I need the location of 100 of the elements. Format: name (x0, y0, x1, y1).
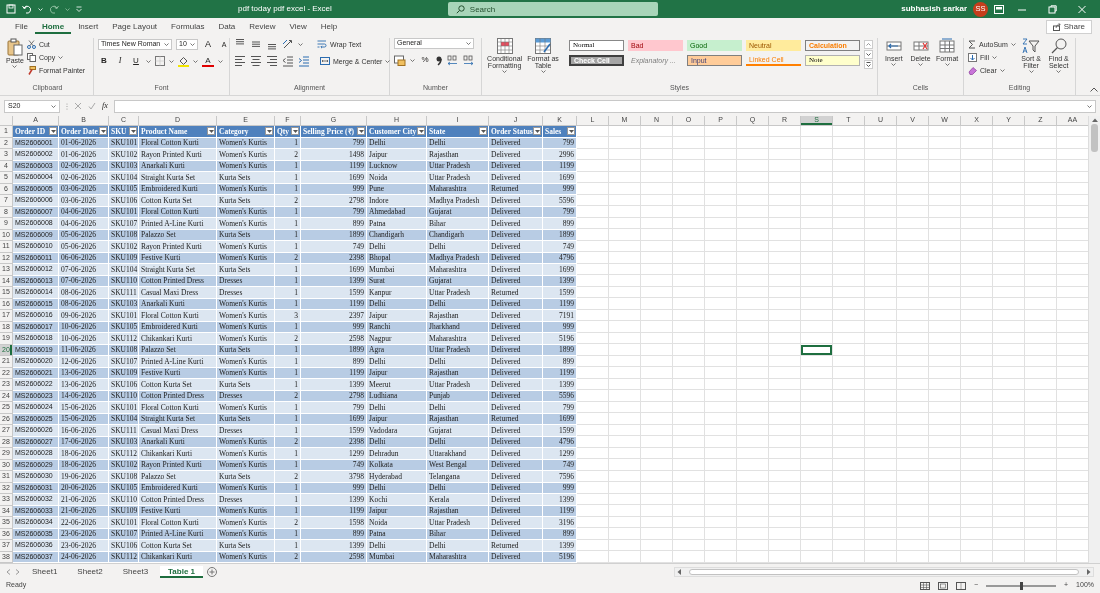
filter-dropdown-button[interactable] (265, 127, 273, 136)
caret-icon[interactable] (193, 59, 198, 63)
insert-function-button[interactable]: fx (102, 102, 108, 110)
caret-icon (568, 129, 574, 133)
scroll-up-icon[interactable] (1091, 118, 1098, 122)
decrease-indent-icon[interactable] (282, 55, 294, 67)
fill-color-icon[interactable] (178, 55, 189, 67)
horizontal-scrollbar[interactable] (674, 567, 1094, 577)
text-orientation-icon[interactable] (282, 38, 294, 50)
caret-icon[interactable] (146, 59, 151, 63)
caret-icon[interactable] (918, 63, 923, 66)
share-button[interactable]: Share (1045, 20, 1092, 34)
scroll-right-icon[interactable] (1087, 569, 1091, 575)
menu-tab[interactable]: Page Layout (105, 20, 165, 34)
caret-icon[interactable] (58, 55, 64, 59)
caret-icon[interactable] (385, 59, 391, 63)
filter-dropdown-button[interactable] (99, 127, 107, 136)
save-icon[interactable] (6, 4, 16, 14)
add-sheet-icon[interactable] (207, 567, 218, 577)
search-field[interactable]: Search (447, 2, 658, 16)
increase-indent-icon[interactable] (298, 55, 310, 67)
caret-icon[interactable] (164, 42, 169, 46)
caret-icon[interactable] (298, 42, 303, 46)
filter-dropdown-button[interactable] (479, 127, 487, 136)
menu-tab[interactable]: View (282, 20, 314, 34)
italic-button[interactable]: I (114, 55, 126, 67)
caret-icon[interactable] (1087, 104, 1092, 108)
formula-input[interactable] (113, 99, 1096, 113)
caret-icon[interactable] (466, 42, 471, 45)
caret-icon[interactable] (1010, 42, 1016, 46)
caret-icon[interactable] (410, 58, 415, 62)
caret-icon[interactable] (999, 68, 1005, 72)
decrease-decimal-icon[interactable] (463, 54, 475, 66)
menu-tab[interactable]: Review (242, 20, 283, 34)
bold-button[interactable]: B (98, 55, 110, 67)
accounting-format-icon[interactable] (394, 54, 406, 66)
filter-dropdown-button[interactable] (207, 127, 215, 136)
caret-icon[interactable] (190, 42, 195, 46)
customize-toolbar-icon[interactable] (76, 6, 82, 12)
caret-icon[interactable] (1028, 70, 1034, 73)
zoom-slider-thumb[interactable] (1019, 581, 1023, 590)
menu-tab[interactable]: Insert (71, 20, 106, 34)
sheet-tab[interactable]: Sheet3 (114, 566, 157, 578)
caret-icon[interactable] (891, 63, 897, 66)
previous-sheet-icon[interactable] (6, 569, 11, 575)
filter-dropdown-button[interactable] (533, 127, 541, 136)
caret-icon[interactable] (65, 7, 70, 11)
filter-dropdown-button[interactable] (49, 127, 57, 136)
vertical-scrollbar[interactable] (1088, 116, 1100, 563)
normal-view-icon[interactable] (919, 581, 930, 590)
page-break-view-icon[interactable] (955, 581, 966, 590)
caret-icon[interactable] (502, 70, 508, 73)
font-color-button[interactable]: A (202, 55, 214, 67)
menu-tab[interactable]: Help (313, 20, 345, 34)
caret-icon[interactable] (1056, 70, 1062, 73)
ribbon-display-icon[interactable] (994, 4, 1004, 14)
menu-tab[interactable]: File (8, 20, 35, 34)
search-icon (1050, 38, 1067, 54)
sheet-tab[interactable]: Sheet1 (24, 566, 66, 578)
caret-icon[interactable] (12, 65, 18, 68)
sheet-tab[interactable]: Sheet2 (69, 566, 111, 578)
menu-tab[interactable]: Data (211, 20, 243, 34)
more-styles-icon[interactable] (864, 60, 873, 69)
borders-icon[interactable] (155, 56, 165, 66)
align-center-icon[interactable] (250, 55, 262, 67)
scrollbar-thumb[interactable] (1091, 124, 1098, 152)
align-right-icon[interactable] (266, 55, 278, 67)
filter-dropdown-button[interactable] (567, 127, 575, 136)
caret-icon[interactable] (169, 59, 174, 63)
scroll-left-icon[interactable] (677, 569, 681, 575)
scroll-up-icon[interactable] (864, 40, 873, 49)
scrollbar-thumb[interactable] (689, 569, 1079, 575)
increase-font-size-button[interactable]: A (202, 38, 214, 50)
caret-icon[interactable] (540, 70, 546, 73)
undo-icon[interactable] (22, 4, 32, 14)
filter-dropdown-button[interactable] (417, 127, 425, 136)
sheet-tab[interactable]: Table 1 (160, 566, 204, 578)
zoom-slider-track[interactable] (986, 584, 1056, 587)
caret-icon[interactable] (991, 55, 997, 59)
cancel-icon[interactable] (74, 102, 82, 110)
active-cell[interactable] (801, 344, 833, 356)
caret-icon[interactable] (51, 104, 56, 108)
comma-style-icon[interactable] (435, 54, 443, 66)
collapse-ribbon-icon[interactable] (1090, 87, 1098, 92)
caret-icon (208, 129, 214, 133)
scroll-down-icon[interactable] (864, 50, 873, 59)
increase-decimal-icon[interactable] (447, 54, 459, 66)
caret-icon[interactable] (218, 59, 223, 63)
page-layout-view-icon[interactable] (937, 581, 948, 590)
user-name: subhasish sarkar (901, 3, 967, 15)
filter-dropdown-button[interactable] (291, 127, 299, 136)
filter-dropdown-button[interactable] (357, 127, 365, 136)
menu-tab[interactable]: Home (34, 20, 72, 34)
menu-tab[interactable]: Formulas (164, 20, 212, 34)
caret-icon[interactable] (944, 63, 950, 66)
next-sheet-icon[interactable] (15, 569, 20, 575)
align-left-icon[interactable] (234, 55, 246, 67)
filter-dropdown-button[interactable] (129, 127, 137, 136)
percent-style-button[interactable]: % (419, 54, 431, 66)
underline-button[interactable]: U (130, 55, 142, 67)
